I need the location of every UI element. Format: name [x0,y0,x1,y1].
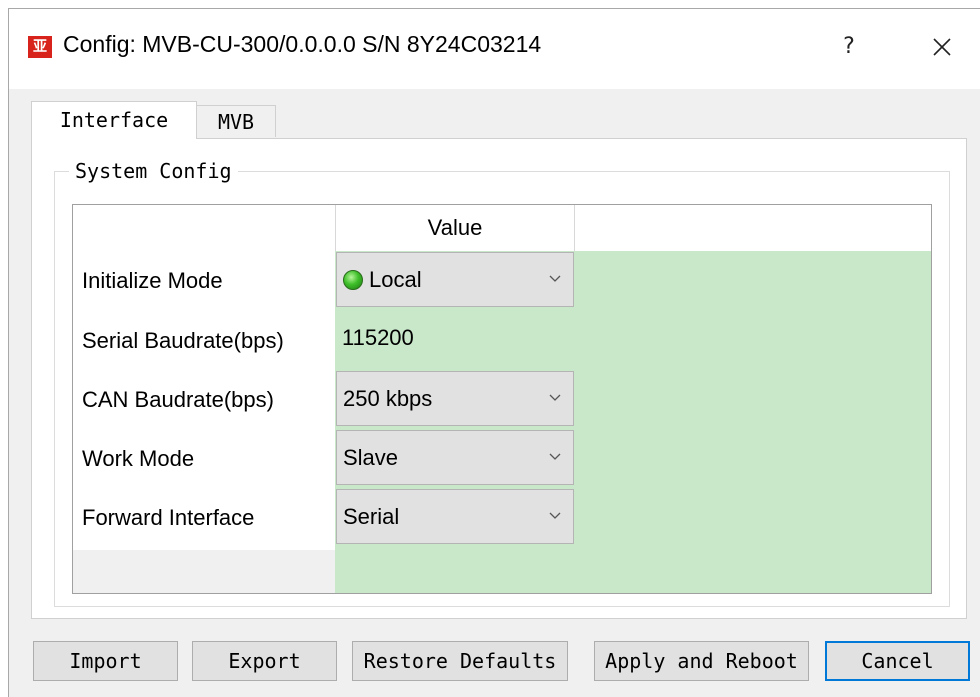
help-button[interactable]: ? [829,27,869,67]
work-mode-value: Slave [343,445,399,470]
initialize-mode-value: Local [369,267,422,292]
can-baudrate-combo[interactable]: 250 kbps [336,371,574,426]
apply-and-reboot-button[interactable]: Apply and Reboot [594,641,809,681]
config-dialog: 亚 Config: MVB-CU-300/0.0.0.0 S/N 8Y24C03… [8,8,980,697]
property-grid: Value Initialize Mode Local Serial Baudr… [72,204,932,594]
row-label-initialize-mode: Initialize Mode [82,268,223,293]
chevron-down-icon [549,453,561,460]
system-config-group: System Config Value Initialize Mode Loca… [54,158,950,607]
title-bar[interactable]: 亚 Config: MVB-CU-300/0.0.0.0 S/N 8Y24C03… [9,9,980,89]
close-icon [933,38,951,56]
tab-mvb[interactable]: MVB [196,105,276,137]
initialize-mode-combo[interactable]: Local [336,252,574,307]
header-filler [575,205,931,251]
green-led-icon [343,270,363,290]
row-label-work-mode: Work Mode [82,446,195,471]
export-button[interactable]: Export [192,641,337,681]
interface-tab-pane: System Config Value Initialize Mode Loca… [31,138,967,619]
can-baudrate-value: 250 kbps [343,386,433,411]
forward-interface-value: Serial [343,504,400,529]
work-mode-combo[interactable]: Slave [336,430,574,485]
initialize-mode-value-wrap: Local [343,267,422,293]
serial-baudrate-value[interactable]: 115200 [342,325,414,351]
chevron-down-icon [549,512,561,519]
label-column [73,205,335,550]
window-title: Config: MVB-CU-300/0.0.0.0 S/N 8Y24C0321… [63,31,542,57]
row-label-serial-baudrate: Serial Baudrate(bps) [82,328,284,353]
group-title: System Config [69,158,238,184]
forward-interface-combo[interactable]: Serial [336,489,574,544]
app-logo-icon: 亚 [28,36,52,58]
cancel-button[interactable]: Cancel [825,641,970,681]
restore-defaults-button[interactable]: Restore Defaults [352,641,568,681]
row-label-forward-interface: Forward Interface [82,505,255,530]
import-button[interactable]: Import [33,641,178,681]
chevron-down-icon [549,275,561,282]
chevron-down-icon [549,394,561,401]
row-label-can-baudrate: CAN Baudrate(bps) [82,387,274,412]
close-button[interactable] [919,27,965,67]
value-column-header: Value [335,205,575,251]
tab-interface[interactable]: Interface [31,101,197,139]
